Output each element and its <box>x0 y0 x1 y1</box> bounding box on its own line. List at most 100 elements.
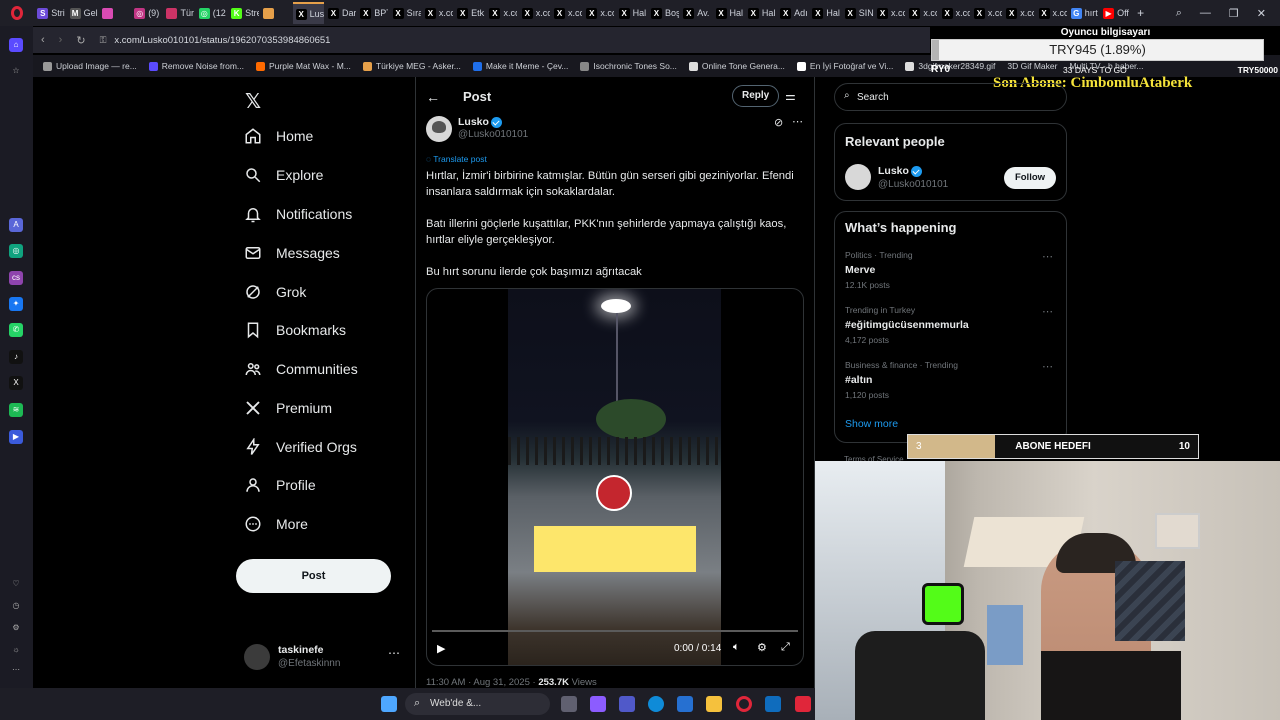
trend-item[interactable]: Business & finance · Trending #altın 1,120… <box>845 360 1060 400</box>
trend-more-icon[interactable]: ⋯ <box>1042 305 1054 318</box>
back-icon[interactable]: ‹ <box>41 34 45 46</box>
chatgpt-icon[interactable]: ◎ <box>9 244 23 258</box>
browser-tab[interactable]: Xx.co <box>486 2 517 24</box>
sliders-icon[interactable]: ⚌ <box>785 89 796 103</box>
site-info-icon[interactable]: ⚿ <box>100 35 107 46</box>
browser-tab[interactable]: X Av. <box>680 2 711 24</box>
teams-icon[interactable] <box>619 696 635 712</box>
browser-tab[interactable]: X Adı <box>777 2 808 24</box>
nav-item-grok[interactable]: Grok <box>244 283 306 301</box>
more-sidebar-icon[interactable]: ⋯ <box>9 663 23 677</box>
browser-tab[interactable]: Xx.co <box>583 2 614 24</box>
edge-icon[interactable] <box>648 696 664 712</box>
new-tab-icon[interactable]: + <box>1137 6 1144 20</box>
show-more-link[interactable]: Show more <box>845 418 898 430</box>
taskbar-search[interactable]: ⌕ Web'de &... <box>405 693 550 715</box>
bookmark-item[interactable]: Remove Noise from... <box>148 61 244 71</box>
post-timestamp[interactable]: 11:30 AM · Aug 31, 2025 · <box>426 677 538 688</box>
bookmark-item[interactable]: Online Tone Genera... <box>688 61 785 71</box>
messenger-icon[interactable]: ✦ <box>9 297 23 311</box>
grok-icon[interactable]: ⊘ <box>774 116 783 129</box>
opera-taskbar-icon[interactable] <box>736 696 752 712</box>
browser-tab[interactable]: X Boş <box>648 2 679 24</box>
browser-tab[interactable]: X Dar <box>325 2 356 24</box>
author-handle[interactable]: @Lusko010101 <box>458 129 528 140</box>
trend-item[interactable]: Politics · Trending Merve 12.1K posts ⋯ <box>845 250 1060 290</box>
nav-item-premium[interactable]: Premium <box>244 399 332 417</box>
browser-tab[interactable]: ▶ Off <box>1100 2 1131 24</box>
star-icon[interactable]: ☆ <box>9 64 23 78</box>
store-icon[interactable] <box>677 696 693 712</box>
cs-app-icon[interactable]: cs <box>9 271 23 285</box>
bookmark-item[interactable]: Upload Image — re... <box>43 61 137 71</box>
account-switcher[interactable]: taskinefe @Efetaskinnn ⋯ <box>244 644 414 678</box>
reload-icon[interactable]: ↻ <box>76 34 85 47</box>
browser-tab[interactable]: X Hal <box>809 2 840 24</box>
settings-icon[interactable]: ⚙ <box>9 621 23 635</box>
browser-tab[interactable]: Xx.co <box>874 2 905 24</box>
aria-icon[interactable]: A <box>9 218 23 232</box>
browser-tab[interactable]: Xx.co <box>971 2 1002 24</box>
post-more-icon[interactable]: ⋯ <box>792 115 803 128</box>
x-logo-icon[interactable]: 𝕏 <box>245 89 261 114</box>
browser-tab[interactable]: Tür <box>163 2 194 24</box>
browser-tab[interactable]: ◎ (9) <box>131 2 162 24</box>
task-view-icon[interactable] <box>561 696 577 712</box>
bookmark-item[interactable]: Purple Mat Wax - M... <box>256 61 351 71</box>
browser-tab[interactable]: Ghırt <box>1068 2 1099 24</box>
video-settings-icon[interactable]: ⚙ <box>757 641 767 654</box>
relevant-avatar[interactable] <box>845 164 871 190</box>
browser-tab[interactable] <box>260 2 291 24</box>
player-icon[interactable]: ▶ <box>9 430 23 444</box>
bookmark-item[interactable]: Türkiye MEG - Asker... <box>362 61 461 71</box>
browser-tab[interactable]: X Hal <box>713 2 744 24</box>
heart-icon[interactable]: ♡ <box>9 577 23 591</box>
history-icon[interactable]: ◷ <box>9 599 23 613</box>
bookmark-item[interactable]: Make it Meme - Çev... <box>472 61 568 71</box>
search-tabs-icon[interactable]: ⌕ <box>1176 7 1182 20</box>
minimize-icon[interactable]: — <box>1200 7 1211 20</box>
browser-tab[interactable]: S Stri <box>34 2 65 24</box>
home-icon[interactable]: ⌂ <box>9 38 23 52</box>
trend-more-icon[interactable]: ⋯ <box>1042 360 1054 373</box>
opera-logo-icon[interactable] <box>0 0 33 26</box>
author-avatar[interactable] <box>426 116 452 142</box>
browser-tab[interactable]: M Gel <box>67 2 98 24</box>
author-name-row[interactable]: Lusko <box>458 116 502 128</box>
follow-button[interactable]: Follow <box>1004 167 1056 189</box>
account-more-icon[interactable]: ⋯ <box>388 646 400 660</box>
forward-icon[interactable]: › <box>59 34 63 46</box>
copilot-icon[interactable] <box>590 696 606 712</box>
whatsapp-icon[interactable]: ✆ <box>9 323 23 337</box>
tiktok-icon[interactable]: ♪ <box>9 350 23 364</box>
trend-more-icon[interactable]: ⋯ <box>1042 250 1054 263</box>
browser-tab[interactable]: X Etk <box>454 2 485 24</box>
nav-item-home[interactable]: Home <box>244 127 313 145</box>
back-arrow-icon[interactable]: ← <box>426 89 440 105</box>
browser-tab[interactable]: Xx.co <box>939 2 970 24</box>
reply-button[interactable]: Reply <box>732 85 780 107</box>
nav-item-bookmarks[interactable]: Bookmarks <box>244 321 346 339</box>
browser-tab[interactable]: Xx.co <box>551 2 582 24</box>
browser-tab[interactable] <box>99 2 130 24</box>
browser-tab[interactable]: X Hal <box>745 2 776 24</box>
browser-tab[interactable]: Xx.co <box>422 2 453 24</box>
nav-item-more[interactable]: More <box>244 515 308 533</box>
nav-item-verified-orgs[interactable]: Verified Orgs <box>244 438 357 456</box>
nav-item-profile[interactable]: Profile <box>244 476 316 494</box>
browser-tab[interactable]: Xx.co <box>1003 2 1034 24</box>
browser-tab[interactable]: KStre <box>228 2 259 24</box>
translate-link[interactable]: ◌ Translate post <box>426 154 487 164</box>
video-progress-track[interactable] <box>432 630 798 632</box>
app-icon[interactable] <box>795 696 811 712</box>
nav-item-notifications[interactable]: Notifications <box>244 205 352 223</box>
browser-tab[interactable]: XSıra <box>390 2 421 24</box>
spotify-icon[interactable]: ≋ <box>9 403 23 417</box>
play-icon[interactable]: ▶ <box>437 642 445 655</box>
browser-tab[interactable]: XBPT <box>357 2 388 24</box>
url-field[interactable]: x.com/Lusko010101/status/196207035398486… <box>114 35 330 46</box>
x-app-icon[interactable]: X <box>9 376 23 390</box>
video-player[interactable]: ▶ 0:00 / 0:14 🔈︎ ⚙ ⤢ <box>426 288 804 666</box>
restore-icon[interactable]: ❐ <box>1229 7 1239 20</box>
bookmark-item[interactable]: En İyi Fotoğraf ve Vi... <box>796 61 893 71</box>
